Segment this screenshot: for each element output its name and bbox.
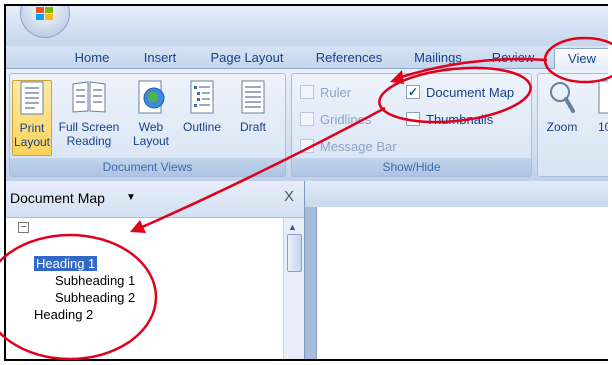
ruler-checkbox[interactable]: Ruler xyxy=(300,84,351,102)
checkmark-icon: ✓ xyxy=(408,85,419,99)
outline-button[interactable]: Outline xyxy=(178,80,226,134)
message-bar-checkbox-box xyxy=(300,139,314,153)
document-map-title[interactable]: Document Map xyxy=(10,190,105,206)
ruler xyxy=(305,181,608,207)
tab-mailings[interactable]: Mailings xyxy=(404,48,472,68)
draft-icon xyxy=(241,80,265,114)
web-layout-button[interactable]: Web Layout xyxy=(128,80,174,148)
show-hide-group: Ruler Gridlines Message Bar ✓ Document Ma… xyxy=(291,73,532,177)
document-map-header: Document Map ▼ X xyxy=(6,181,304,218)
thumbnails-checkbox[interactable]: Thumbnails xyxy=(406,111,493,129)
gridlines-checkbox-box xyxy=(300,112,314,126)
full-screen-reading-label-2: Reading xyxy=(66,134,112,148)
tab-insert[interactable]: Insert xyxy=(132,48,188,68)
draft-label: Draft xyxy=(239,120,266,134)
close-icon[interactable]: X xyxy=(284,188,294,205)
message-bar-label: Message Bar xyxy=(320,139,397,154)
web-layout-label-1: Web xyxy=(138,120,164,134)
tab-review[interactable]: Review xyxy=(484,48,542,68)
print-layout-label-2: Layout xyxy=(13,135,51,149)
outline-label: Outline xyxy=(182,120,222,134)
zoom-group: Zoom 100 xyxy=(537,73,608,177)
thumbnails-checkbox-box xyxy=(406,112,420,126)
tab-view[interactable]: View xyxy=(554,48,608,69)
scrollbar-thumb[interactable] xyxy=(287,234,302,272)
show-hide-label: Show/Hide xyxy=(292,158,531,176)
office-logo-icon xyxy=(36,7,53,20)
print-layout-button[interactable]: Print Layout xyxy=(12,80,52,156)
full-screen-reading-icon xyxy=(72,81,106,113)
web-layout-label-2: Layout xyxy=(132,134,170,148)
chevron-down-icon[interactable]: ▼ xyxy=(126,192,136,203)
document-map-scrollbar[interactable]: ▲ xyxy=(283,218,304,359)
page-100-icon xyxy=(598,80,608,114)
tree-item-subheading-1[interactable]: Subheading 1 xyxy=(55,273,135,288)
word-window: Home Insert Page Layout References Maili… xyxy=(4,4,608,361)
ribbon-tabs: Home Insert Page Layout References Maili… xyxy=(6,46,608,69)
document-map-checkbox[interactable]: ✓ Document Map xyxy=(406,84,514,102)
draft-button[interactable]: Draft xyxy=(230,80,276,134)
print-layout-label-1: Print xyxy=(19,121,45,135)
document-views-label: Document Views xyxy=(10,158,285,176)
ruler-label: Ruler xyxy=(320,85,352,100)
ribbon: Print Layout Full Screen Reading Web Lay… xyxy=(6,69,608,181)
office-button[interactable] xyxy=(20,6,70,38)
message-bar-checkbox[interactable]: Message Bar xyxy=(300,138,397,156)
ruler-checkbox-box xyxy=(300,85,314,99)
tree-item-heading-1[interactable]: Heading 1 xyxy=(34,256,98,271)
zoom-button[interactable]: Zoom xyxy=(542,80,582,134)
document-views-group: Print Layout Full Screen Reading Web Lay… xyxy=(9,73,286,177)
screenshot: Home Insert Page Layout References Maili… xyxy=(0,0,612,365)
web-layout-icon xyxy=(138,80,165,114)
workspace: Document Map ▼ X Heading 1 Subheading 1 … xyxy=(6,181,608,359)
magnifier-icon xyxy=(550,82,575,113)
full-screen-reading-button[interactable]: Full Screen Reading xyxy=(54,80,124,148)
collapse-icon[interactable]: − xyxy=(18,222,29,233)
zoom-100-label: 100 xyxy=(597,120,608,134)
tab-home[interactable]: Home xyxy=(64,48,120,68)
scroll-up-icon[interactable]: ▲ xyxy=(288,222,297,232)
full-screen-reading-label-1: Full Screen xyxy=(58,120,120,134)
zoom-100-button[interactable]: 100 xyxy=(588,80,608,134)
tree-item-subheading-2[interactable]: Subheading 2 xyxy=(55,290,135,305)
document-map-tree: Heading 1 Subheading 1 Subheading 2 Head… xyxy=(6,218,282,359)
document-map-label: Document Map xyxy=(426,85,515,100)
document-map-pane: Document Map ▼ X Heading 1 Subheading 1 … xyxy=(6,181,305,359)
title-bar xyxy=(6,6,608,46)
zoom-label: Zoom xyxy=(546,120,578,134)
thumbnails-label: Thumbnails xyxy=(426,112,494,127)
print-layout-icon xyxy=(20,81,44,115)
tab-page-layout[interactable]: Page Layout xyxy=(202,48,292,68)
outline-icon xyxy=(190,80,214,114)
tree-item-heading-2[interactable]: Heading 2 xyxy=(34,307,93,322)
document-page[interactable] xyxy=(316,207,608,359)
tab-references[interactable]: References xyxy=(306,48,392,68)
document-map-checkbox-box: ✓ xyxy=(406,85,420,99)
gridlines-checkbox[interactable]: Gridlines xyxy=(300,111,371,129)
gridlines-label: Gridlines xyxy=(320,112,372,127)
